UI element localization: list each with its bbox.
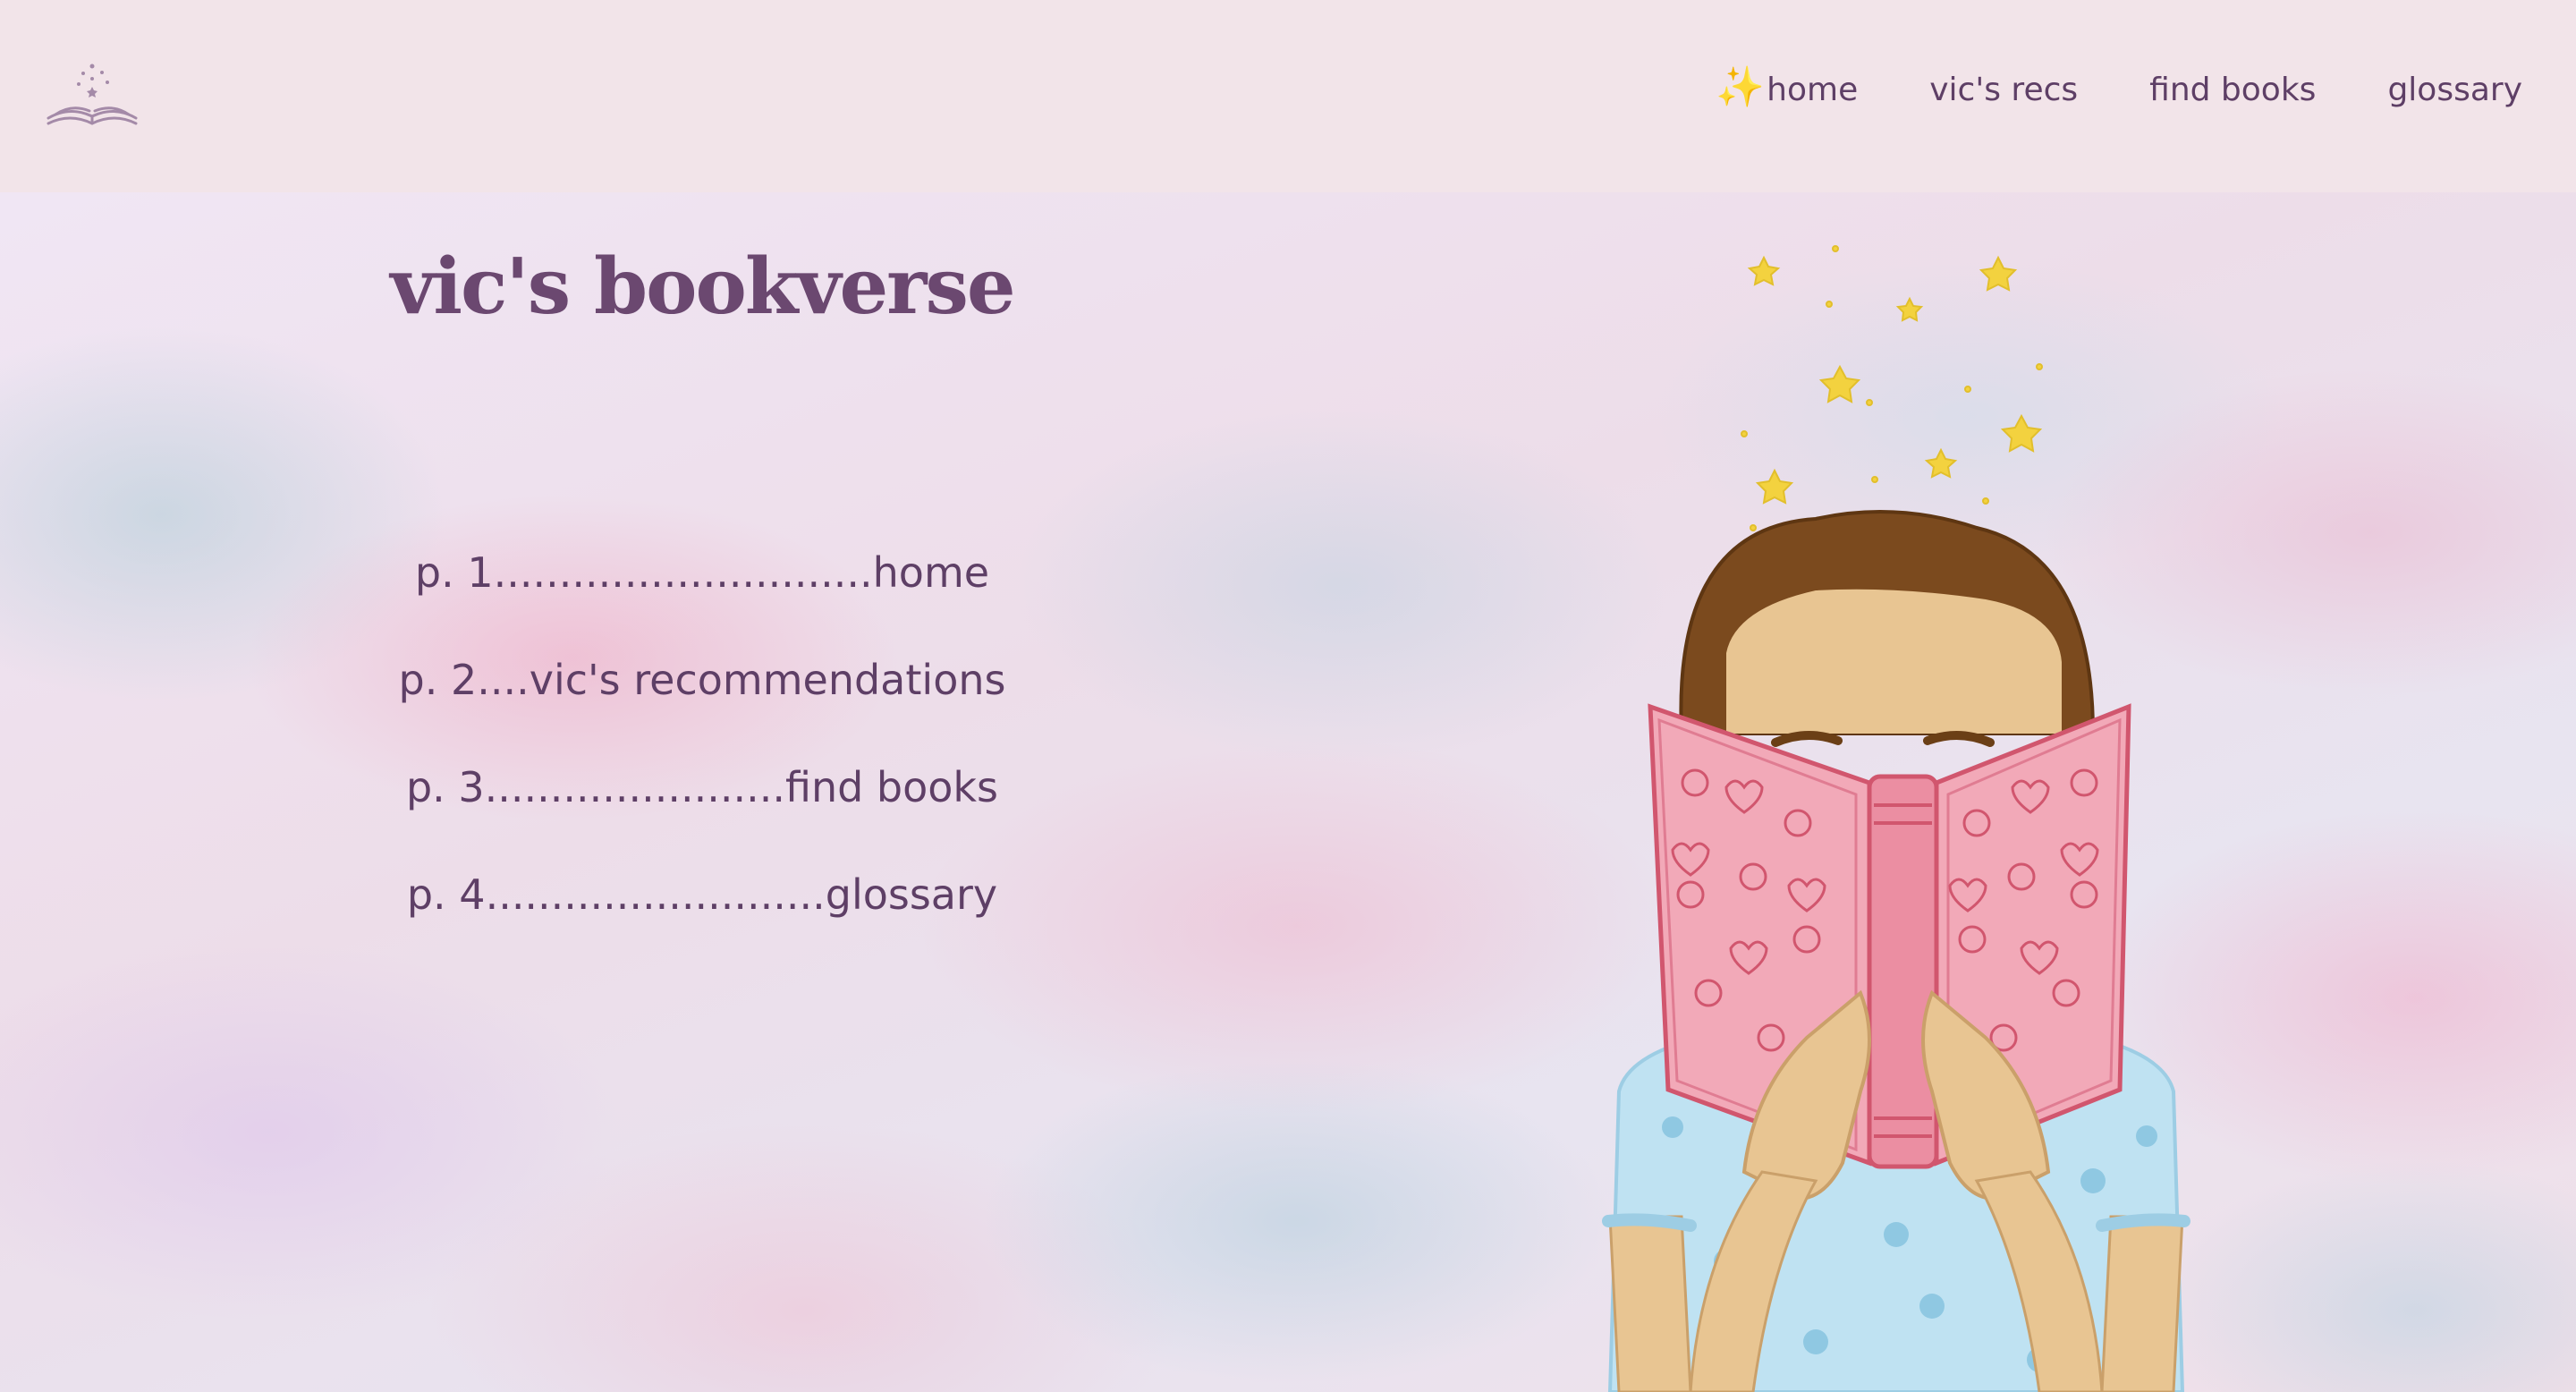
page: ✨home vic's recs find books glossary vic… <box>0 0 2576 1392</box>
page-title: vic's bookverse <box>390 242 1015 332</box>
toc-link-recommendations[interactable]: p. 2....vic's recommendations <box>0 644 1404 751</box>
site-header: ✨home vic's recs find books glossary <box>0 0 2576 192</box>
nav-find-books[interactable]: find books <box>2149 64 2316 117</box>
pink-book <box>1648 703 2131 1169</box>
main-nav: ✨home vic's recs find books glossary <box>1716 61 2522 117</box>
stars-decoration <box>1741 245 2043 531</box>
nav-home[interactable]: ✨home <box>1716 61 1858 117</box>
toc-link-glossary[interactable]: p. 4..........................glossary <box>0 859 1404 966</box>
nav-glossary[interactable]: glossary <box>2387 64 2522 117</box>
open-book-with-stars-icon[interactable] <box>43 59 141 131</box>
girl-reading-book-illustration <box>1602 245 2190 1392</box>
sparkles-icon: ✨ <box>1716 64 1766 110</box>
nav-home-label: home <box>1767 72 1859 108</box>
table-of-contents: p. 1.............................home p.… <box>0 537 1404 966</box>
toc-link-find-books[interactable]: p. 3.......................find books <box>0 751 1404 859</box>
nav-vics-recs[interactable]: vic's recs <box>1929 64 2078 117</box>
toc-link-home[interactable]: p. 1.............................home <box>0 537 1404 644</box>
